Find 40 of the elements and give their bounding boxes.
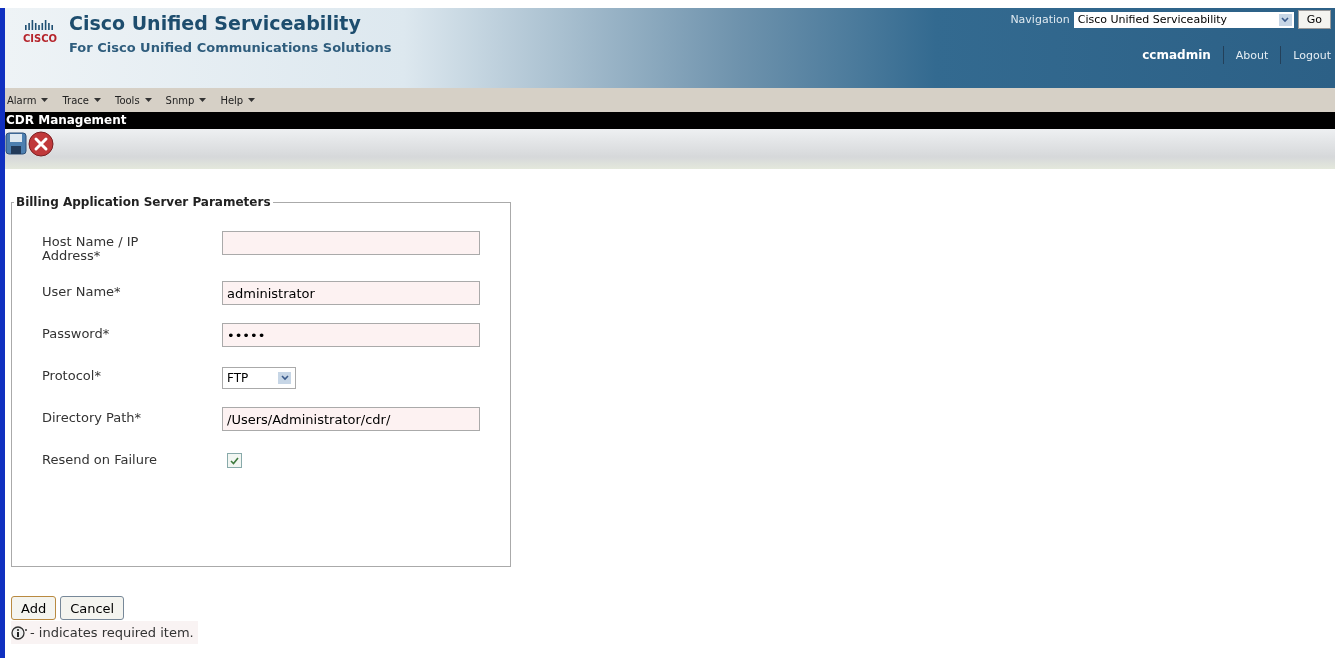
header-link[interactable]: About [1235,48,1269,62]
protocol-dropdown[interactable]: FTP [222,367,296,389]
check-icon [230,456,239,465]
field-label: Protocol* [42,367,102,383]
page-title: CDR Management [5,112,1335,129]
field-label: Password* [42,325,111,341]
menu-item[interactable]: Tools [114,94,152,106]
field-label: Host Name / IP Address* [42,233,140,263]
header-link[interactable]: Logout [1293,48,1331,62]
field-label: Resend on Failure [42,451,158,467]
logo-icon [25,20,55,30]
text-field[interactable] [222,231,480,255]
required-note: - indicates required item. [30,625,194,640]
field-label: Directory Path* [42,409,143,425]
text-field[interactable]: administrator [222,281,480,305]
app-title: Cisco Unified Serviceability [69,12,362,34]
caret-icon [144,98,152,102]
navigation-label: Navigation [1010,13,1070,26]
menu-item[interactable]: Trace [62,94,101,106]
menu-item[interactable]: Alarm [7,94,49,106]
caret-icon [248,98,256,102]
checkbox[interactable] [227,453,242,468]
text-field[interactable]: ••••• [222,323,480,347]
caret-icon [93,98,101,102]
menu-item[interactable]: Snmp [165,94,207,106]
logo-text: CISCO [22,33,58,44]
app-subtitle: For Cisco Unified Communications Solutions [69,40,392,55]
caret-icon [199,98,207,102]
form-button[interactable]: Add [11,596,57,620]
panel-legend: Billing Application Server Parameters [14,195,273,209]
menu-item[interactable]: Help [220,94,256,106]
field-label: User Name* [42,283,122,299]
go-button[interactable]: Go [1297,10,1331,29]
user-name: ccmadmin [1142,48,1211,62]
navigation-dropdown[interactable]: Cisco Unified Serviceability [1073,11,1294,28]
cancel-icon[interactable] [28,131,54,157]
form-button[interactable]: Cancel [60,596,125,620]
text-field[interactable]: /Users/Administrator/cdr/ [222,407,480,431]
save-icon[interactable] [5,131,27,155]
caret-icon [41,98,49,102]
